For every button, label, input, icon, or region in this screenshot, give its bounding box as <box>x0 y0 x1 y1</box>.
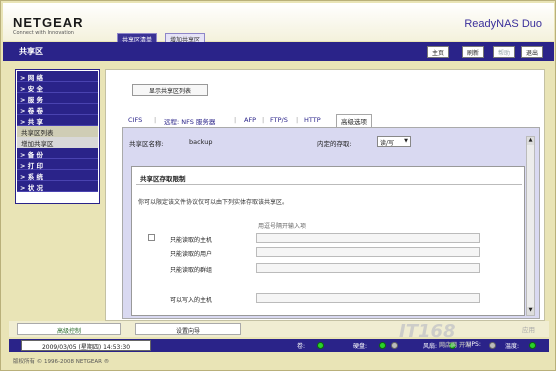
scroll-down-icon[interactable]: ▼ <box>527 307 534 315</box>
scrollbar[interactable]: ▲ ▼ <box>526 136 535 316</box>
default-access-select[interactable]: 读/写 ▼ <box>377 136 411 147</box>
temp-status-label: 温度: <box>505 343 520 350</box>
product-name: ReadyNAS Duo <box>464 18 542 30</box>
home-button[interactable]: 主页 <box>427 46 450 58</box>
divider <box>136 184 522 185</box>
sidebar-item-label: 打 印 <box>27 162 43 170</box>
logout-button[interactable]: 退出 <box>521 46 544 58</box>
sidebar-item-services[interactable]: > 服 务 <box>17 93 98 104</box>
chevron-down-icon: ▼ <box>404 138 408 144</box>
app-window: NETGEAR Connect with Innovation ReadyNAS… <box>0 0 556 371</box>
sidebar-item-label: 共 享 <box>27 118 43 126</box>
tab-separator: | <box>234 116 237 124</box>
temp-status-icon[interactable] <box>529 342 536 349</box>
share-name-label: 共享区名称: <box>129 140 164 148</box>
sidebar-subitem-share-list[interactable]: 共享区列表 <box>17 126 98 137</box>
sidebar-item-volumes[interactable]: > 卷 卷 <box>17 104 98 115</box>
readonly-groups-label: 只能读取的群组 <box>170 267 213 274</box>
tab-panel: 共享区名称: backup 内定的存取: 读/写 ▼ 共享区存取限制 你可以限定… <box>122 127 540 319</box>
sidebar: > 网 络 > 安 全 > 服 务 > 卷 卷 > 共 享 共享区列表 增加共享… <box>15 69 100 204</box>
disk-status-label: 硬盘: <box>353 343 368 350</box>
default-access-value: 读/写 <box>380 140 395 147</box>
watermark-text: IT168 <box>399 321 456 342</box>
sidebar-item-label: 备 份 <box>27 151 43 159</box>
sidebar-item-backup[interactable]: > 备 份 <box>17 148 98 159</box>
sidebar-item-label: 安 全 <box>27 85 43 93</box>
sidebar-item-security[interactable]: > 安 全 <box>17 82 98 93</box>
title-bar: 共享区 主页 刷新 帮助 退出 <box>3 42 554 61</box>
tab-http[interactable]: HTTP <box>304 116 321 124</box>
default-access-label: 内定的存取: <box>317 140 352 148</box>
restriction-title: 共享区存取限制 <box>140 175 186 183</box>
refresh-button[interactable]: 刷新 <box>462 46 485 58</box>
disk2-status-icon[interactable] <box>391 342 398 349</box>
main-panel: 显示共享区列表 CIFS | 远程: NFS 服务器 | AFP | FTP/S… <box>105 69 545 321</box>
readonly-hosts-label: 只能读取的主机 <box>170 237 213 244</box>
tab-cifs[interactable]: CIFS <box>128 116 142 124</box>
share-name-value: backup <box>189 138 213 146</box>
readonly-groups-input[interactable] <box>256 263 480 273</box>
scroll-up-icon[interactable]: ▲ <box>527 137 534 145</box>
readonly-users-input[interactable] <box>256 247 480 257</box>
writable-hosts-label: 可以写入的主机 <box>170 297 213 304</box>
copyright: 版权所有 © 1996-2008 NETGEAR ® <box>13 359 110 365</box>
sidebar-item-system[interactable]: > 系 统 <box>17 170 98 181</box>
netgear-logo: NETGEAR <box>13 15 84 30</box>
share-restriction-box: 共享区存取限制 你可以限定该文件协议仅可以由下列实体存取该共享区。 用逗号隔开输… <box>131 166 525 316</box>
sidebar-item-label: 卷 卷 <box>27 107 43 115</box>
header: NETGEAR Connect with Innovation ReadyNAS… <box>3 3 554 44</box>
help-button[interactable]: 帮助 <box>493 46 516 58</box>
tab-nfs[interactable]: 远程: NFS 服务器 <box>164 116 215 126</box>
restriction-description: 你可以限定该文件协议仅可以由下列实体存取该共享区。 <box>138 199 289 206</box>
datetime-display: 2009/03/05 (星期四) 14:53:30 <box>21 340 151 351</box>
sidebar-item-label: 网 络 <box>27 74 43 82</box>
sidebar-subitem-add-share[interactable]: 增加共享区 <box>17 137 98 148</box>
sidebar-item-status[interactable]: > 状 况 <box>17 181 98 192</box>
tagline: Connect with Innovation <box>13 30 74 36</box>
writable-hosts-input[interactable] <box>256 293 480 303</box>
sidebar-item-label: 系 统 <box>27 173 43 181</box>
sidebar-item-label: 状 况 <box>27 184 43 192</box>
sidebar-item-printers[interactable]: > 打 印 <box>17 159 98 170</box>
tab-advanced-options[interactable]: 高级选项 <box>336 114 372 127</box>
show-share-list-button[interactable]: 显示共享区列表 <box>132 84 208 96</box>
sidebar-item-network[interactable]: > 网 络 <box>17 71 98 82</box>
tab-separator: | <box>296 116 299 124</box>
readonly-users-label: 只能读取的用户 <box>170 251 213 258</box>
column-header: 用逗号隔开输入项 <box>258 223 307 230</box>
sidebar-item-label: 服 务 <box>27 96 43 104</box>
watermark-subtext: 网店网 开站 <box>439 342 472 349</box>
volume-status-label: 卷: <box>297 343 306 350</box>
tab-separator: | <box>262 116 265 124</box>
watermark-logo: IT168 网店网 开站 <box>399 321 471 349</box>
tab-afp[interactable]: AFP <box>244 116 256 124</box>
tab-ftps[interactable]: FTP/S <box>270 116 288 124</box>
volume-status-icon[interactable] <box>317 342 324 349</box>
sidebar-item-shares[interactable]: > 共 享 <box>17 115 98 126</box>
page-title: 共享区 <box>19 47 43 56</box>
readonly-hosts-input[interactable] <box>256 233 480 243</box>
apply-button[interactable]: 应用 <box>522 324 535 334</box>
restrict-checkbox[interactable] <box>148 234 155 241</box>
disk1-status-icon[interactable] <box>379 342 386 349</box>
ups-status-icon[interactable] <box>489 342 496 349</box>
tab-separator: | <box>154 116 157 124</box>
advanced-control-button[interactable]: 高级控制 <box>17 323 121 335</box>
setup-wizard-button[interactable]: 设置向导 <box>135 323 241 335</box>
